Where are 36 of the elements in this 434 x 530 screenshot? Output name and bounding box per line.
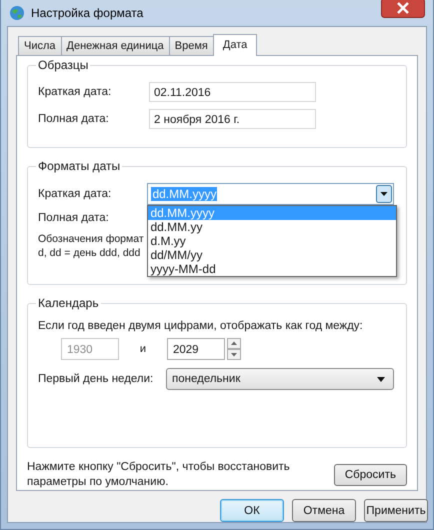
tab[interactable]: Дата xyxy=(212,34,258,56)
dialog-button[interactable]: Применить xyxy=(364,499,428,522)
dropdown-option[interactable]: dd/MM/yy xyxy=(148,248,396,262)
field-label: Краткая дата: xyxy=(38,86,112,98)
weekday-combo[interactable]: понедельник xyxy=(166,368,394,390)
globe-icon xyxy=(9,5,25,21)
caret-icon xyxy=(377,376,385,382)
group-title: Образцы xyxy=(36,58,90,72)
dropdown-option[interactable]: d.M.yy xyxy=(148,234,396,248)
dialog-button[interactable]: Отмена xyxy=(292,499,356,522)
and-label: и xyxy=(138,343,148,356)
readonly-field: 2 ноября 2016 г. xyxy=(149,109,316,129)
tab[interactable]: Время xyxy=(168,36,214,55)
reset-button[interactable]: Сбросить xyxy=(334,464,407,486)
close-button[interactable] xyxy=(381,0,425,18)
calendar-label: Если год введен двумя цифрами, отображать как год между: xyxy=(38,320,364,332)
dialog-button[interactable]: ОК xyxy=(220,499,284,522)
field-label: Первый день недели: xyxy=(38,373,154,386)
field-label: Краткая дата: xyxy=(38,188,112,200)
window-title: Настройка формата xyxy=(31,6,144,20)
field-label: Полная дата: xyxy=(38,113,110,125)
notation-text: d, dd = день ddd, ddd xyxy=(38,246,142,260)
reset-hint: Нажмите кнопку "Сбросить", чтобы восстановить параметры по умолчанию. xyxy=(27,460,291,490)
group-title: Календарь xyxy=(36,296,101,310)
dropdown-option[interactable]: dd.MM.yy xyxy=(148,220,396,234)
tab[interactable]: Денежная единица xyxy=(60,36,170,55)
dropdown-button[interactable] xyxy=(376,185,392,204)
spinner-control[interactable] xyxy=(227,338,241,360)
year-field: 1930 xyxy=(61,338,119,360)
readonly-field: 02.11.2016 xyxy=(149,82,316,102)
group-title: Форматы даты xyxy=(36,159,122,174)
tab[interactable]: Числа xyxy=(18,36,62,55)
field-label: Полная дата: xyxy=(38,212,110,224)
notation-text: Обозначения формат xyxy=(38,232,142,246)
year-field[interactable]: 2029 xyxy=(167,338,225,360)
dropdown-option[interactable]: yyyy-MM-dd xyxy=(148,262,396,276)
